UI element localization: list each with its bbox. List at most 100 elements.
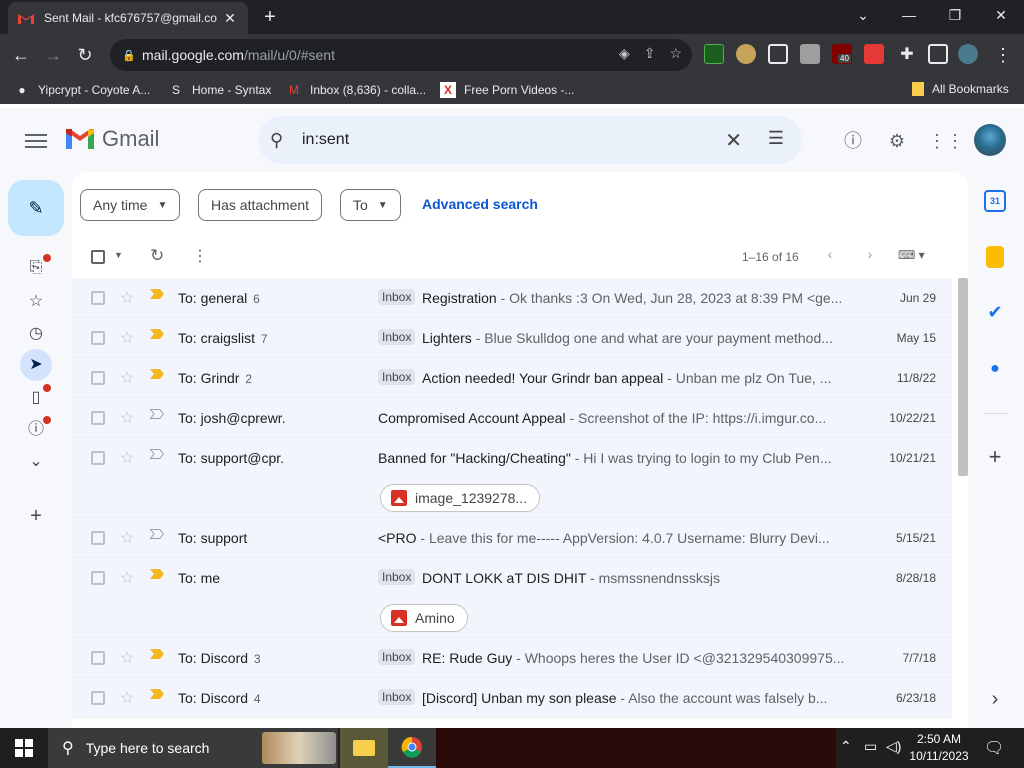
- row-checkbox[interactable]: [91, 571, 105, 585]
- row-checkbox[interactable]: [91, 651, 105, 665]
- mail-search-bar[interactable]: ⚲ ✕ ☰: [258, 116, 802, 164]
- star-icon[interactable]: ☆: [120, 408, 134, 428]
- youtube-extension-icon[interactable]: [864, 44, 884, 64]
- select-all-checkbox[interactable]: [91, 250, 105, 264]
- start-button[interactable]: [0, 728, 48, 768]
- notification-center-icon[interactable]: 🗨: [984, 738, 1004, 758]
- prev-page-icon[interactable]: ‹: [820, 246, 840, 262]
- inbox-label[interactable]: Inbox: [378, 369, 416, 385]
- email-row[interactable]: ☆ To: josh@cprewr. Compromised Account A…: [72, 398, 952, 438]
- new-label-button[interactable]: +: [20, 500, 52, 532]
- attachment-chip[interactable]: Amino: [380, 604, 468, 632]
- get-addons-plus-icon[interactable]: +: [984, 446, 1006, 468]
- calendar-icon[interactable]: 31: [984, 190, 1006, 212]
- bookmark-item[interactable]: ● Yipcrypt - Coyote A...: [14, 82, 150, 98]
- inbox-label[interactable]: Inbox: [378, 649, 416, 665]
- snoozed-nav[interactable]: ◷: [20, 318, 52, 350]
- sent-nav[interactable]: ➤: [20, 349, 52, 381]
- glasses-extension-icon[interactable]: [768, 44, 788, 64]
- reload-button[interactable]: ↻: [72, 42, 98, 68]
- email-row[interactable]: ☆ To: general 6 Inbox Registration - Ok …: [72, 278, 952, 318]
- spam-nav[interactable]: ⓘ: [20, 414, 52, 446]
- star-icon[interactable]: ☆: [120, 328, 134, 348]
- important-marker-icon[interactable]: [150, 649, 164, 659]
- tab-search-icon[interactable]: ⌄: [840, 0, 886, 30]
- minimize-button[interactable]: —: [886, 0, 932, 30]
- inbox-nav[interactable]: ⎘: [20, 252, 52, 284]
- not-important-marker-icon[interactable]: [150, 409, 164, 419]
- next-page-icon[interactable]: ›: [860, 246, 880, 262]
- show-hidden-icons-chevron-icon[interactable]: ⌃: [840, 738, 852, 755]
- ublock-icon[interactable]: 40: [832, 44, 852, 64]
- email-row[interactable]: ☆ To: Discord 3 Inbox RE: Rude Guy - Who…: [72, 638, 952, 678]
- all-bookmarks[interactable]: All Bookmarks: [912, 82, 1009, 96]
- email-row[interactable]: ☆ To: Discord 4 Inbox [Discord] Unban my…: [72, 678, 952, 718]
- email-row[interactable]: ☆ To: support@cpr. Banned for "Hacking/C…: [72, 438, 952, 518]
- forward-button[interactable]: →: [40, 42, 66, 68]
- taskbar-clock[interactable]: 2:50 AM 10/11/2023: [904, 731, 974, 765]
- bookmark-item[interactable]: X Free Porn Videos -...: [440, 82, 575, 98]
- chrome-taskbar-button[interactable]: [388, 728, 436, 768]
- clear-search-icon[interactable]: ✕: [725, 128, 742, 153]
- mail-list-scrollbar[interactable]: [958, 278, 968, 476]
- settings-gear-icon[interactable]: ⚙: [884, 128, 910, 154]
- tasks-icon[interactable]: ✔: [984, 301, 1006, 323]
- email-row[interactable]: ☆ To: me Inbox DONT LOKK aT DIS DHIT - m…: [72, 558, 952, 638]
- email-row[interactable]: ☆ To: support <PRO - Leave this for me--…: [72, 518, 952, 558]
- share-icon[interactable]: ⇪: [644, 45, 656, 62]
- restore-button[interactable]: ❐: [932, 0, 978, 30]
- star-icon[interactable]: ☆: [120, 288, 134, 308]
- row-checkbox[interactable]: [91, 411, 105, 425]
- drafts-nav[interactable]: ▯: [20, 382, 52, 414]
- browser-tab-active[interactable]: Sent Mail - kfc676757@gmail.co ✕: [8, 2, 248, 34]
- side-panel-icon[interactable]: [928, 44, 948, 64]
- account-avatar[interactable]: [974, 124, 1006, 156]
- help-icon[interactable]: ⓘ: [840, 128, 866, 154]
- row-checkbox[interactable]: [91, 691, 105, 705]
- any-time-filter[interactable]: Any time ▼: [80, 189, 181, 221]
- inbox-label[interactable]: Inbox: [378, 329, 416, 345]
- star-icon[interactable]: ☆: [120, 688, 134, 708]
- row-checkbox[interactable]: [91, 451, 105, 465]
- site-info-icon[interactable]: ◈: [619, 45, 630, 62]
- inbox-label[interactable]: Inbox: [378, 569, 416, 585]
- important-marker-icon[interactable]: [150, 569, 164, 579]
- select-dropdown-icon[interactable]: ▼: [114, 250, 123, 260]
- browser-menu-icon[interactable]: ⋮: [990, 42, 1016, 68]
- keep-icon[interactable]: [986, 246, 1004, 268]
- input-tools-icon[interactable]: ⌨ ▾: [898, 248, 925, 262]
- star-icon[interactable]: ☆: [120, 648, 134, 668]
- search-options-icon[interactable]: ☰: [768, 128, 784, 149]
- attachment-chip[interactable]: image_1239278...: [380, 484, 541, 512]
- extensions-puzzle-icon[interactable]: ✚: [894, 42, 920, 68]
- main-menu-button[interactable]: [22, 130, 50, 154]
- email-row[interactable]: ☆ To: Grindr 2 Inbox Action needed! Your…: [72, 358, 952, 398]
- syntax-extension-icon[interactable]: [704, 44, 724, 64]
- not-important-marker-icon[interactable]: [150, 529, 164, 539]
- row-checkbox[interactable]: [91, 371, 105, 385]
- star-icon[interactable]: ☆: [120, 368, 134, 388]
- bookmark-star-icon[interactable]: ☆: [669, 45, 682, 62]
- has-attachment-filter[interactable]: Has attachment: [198, 189, 323, 221]
- gmail-logo[interactable]: Gmail: [64, 126, 159, 152]
- apps-grid-icon[interactable]: ⋮⋮: [928, 128, 964, 154]
- row-checkbox[interactable]: [91, 291, 105, 305]
- important-marker-icon[interactable]: [150, 689, 164, 699]
- refresh-icon[interactable]: ↻: [150, 246, 164, 266]
- cookie-extension-icon[interactable]: [736, 44, 756, 64]
- advanced-search-link[interactable]: Advanced search: [422, 196, 538, 212]
- star-icon[interactable]: ☆: [120, 448, 134, 468]
- network-icon[interactable]: ▭: [864, 738, 877, 755]
- important-marker-icon[interactable]: [150, 369, 164, 379]
- star-icon[interactable]: ☆: [120, 568, 134, 588]
- not-important-marker-icon[interactable]: [150, 449, 164, 459]
- star-icon[interactable]: ☆: [120, 528, 134, 548]
- close-window-button[interactable]: ✕: [978, 0, 1024, 30]
- more-nav[interactable]: ⌄: [20, 446, 52, 478]
- bookmark-item[interactable]: S Home - Syntax: [168, 82, 271, 98]
- address-bar[interactable]: 🔒 mail.google.com/mail/u/0/#sent ◈ ⇪ ☆: [110, 39, 692, 71]
- row-checkbox[interactable]: [91, 331, 105, 345]
- new-tab-button[interactable]: +: [258, 5, 282, 29]
- to-filter[interactable]: To ▼: [340, 189, 401, 221]
- important-marker-icon[interactable]: [150, 329, 164, 339]
